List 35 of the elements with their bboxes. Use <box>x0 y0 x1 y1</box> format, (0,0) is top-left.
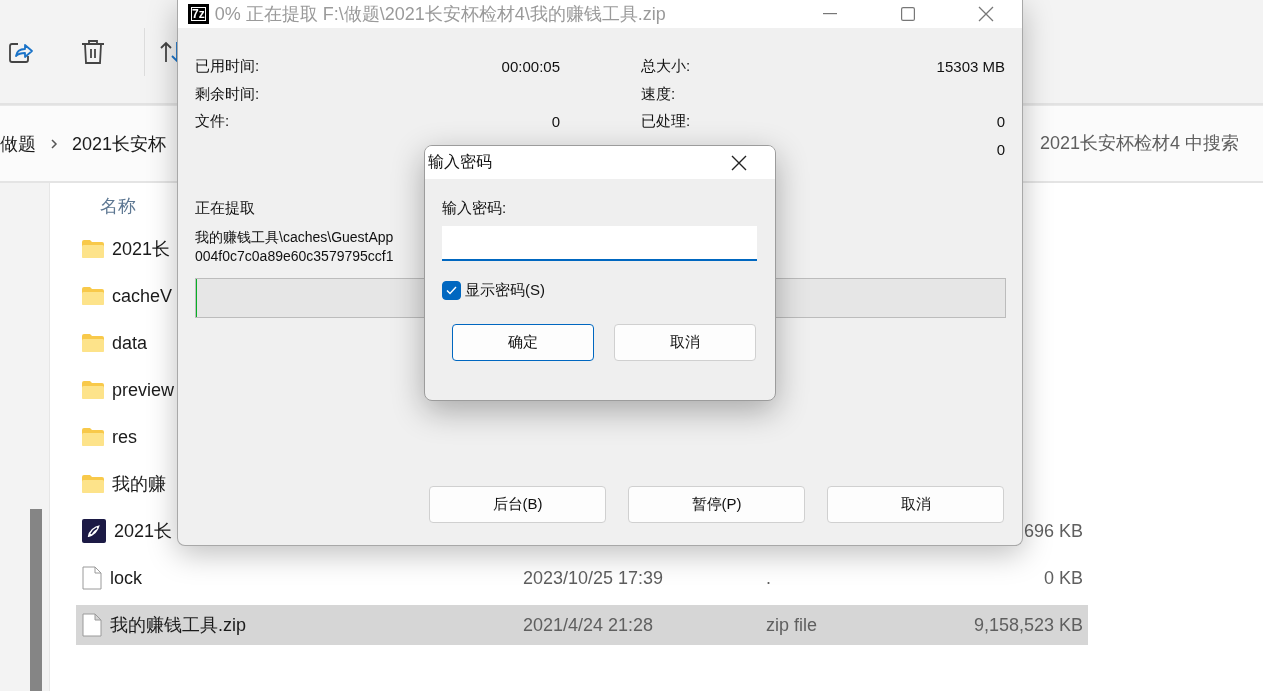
stat-label: 总大小: <box>641 57 691 77</box>
file-path: 004f0c7c0a89e60c3579795ccf1 <box>195 247 394 266</box>
file-name: 2021长 <box>114 520 173 543</box>
file-path: 我的赚钱工具\caches\GuestApp <box>195 228 394 247</box>
window-title: 0% 正在提取 F:\做题\2021长安杯检材4\我的赚钱工具.zip <box>214 3 667 26</box>
status-label: 正在提取 <box>195 199 255 218</box>
file-size: 0 KB <box>1042 567 1083 589</box>
checkbox-label: 显示密码(S) <box>465 281 545 300</box>
app-logo: 7z <box>188 4 209 24</box>
stat-value: 0 <box>551 113 560 131</box>
dialog-title: 输入密码 <box>428 152 492 172</box>
file-date: 2021/4/24 21:28 <box>523 614 654 635</box>
file-type: zip file <box>766 614 818 635</box>
file-name: res <box>112 426 137 448</box>
file-type: . <box>766 567 771 588</box>
file-name: data <box>112 332 148 354</box>
stat-value: 0 <box>996 140 1005 158</box>
stat-label: 已处理: <box>641 112 691 132</box>
stat-value: 00:00:05 <box>501 58 560 76</box>
stat-label: 已用时间: <box>195 57 260 77</box>
file-name: cacheV <box>112 285 173 307</box>
file-size: 9,158,523 KB <box>972 614 1083 636</box>
stat-value: 0 <box>996 113 1005 131</box>
file-size: 696 KB <box>1022 520 1083 542</box>
stat-label: 速度: <box>641 84 676 104</box>
file-name: 我的赚 <box>112 473 166 496</box>
file-name: 2021长 <box>112 238 171 261</box>
file-name: lock <box>110 567 142 589</box>
file-name: preview <box>112 379 175 401</box>
field-label: 输入密码: <box>442 199 508 218</box>
stat-label: 剩余时间: <box>195 84 260 104</box>
stat-label: 文件: <box>195 112 230 132</box>
stat-value: 15303 MB <box>936 58 1005 76</box>
file-date: 2023/10/25 17:39 <box>523 567 664 588</box>
file-name: 我的赚钱工具.zip <box>110 614 246 637</box>
